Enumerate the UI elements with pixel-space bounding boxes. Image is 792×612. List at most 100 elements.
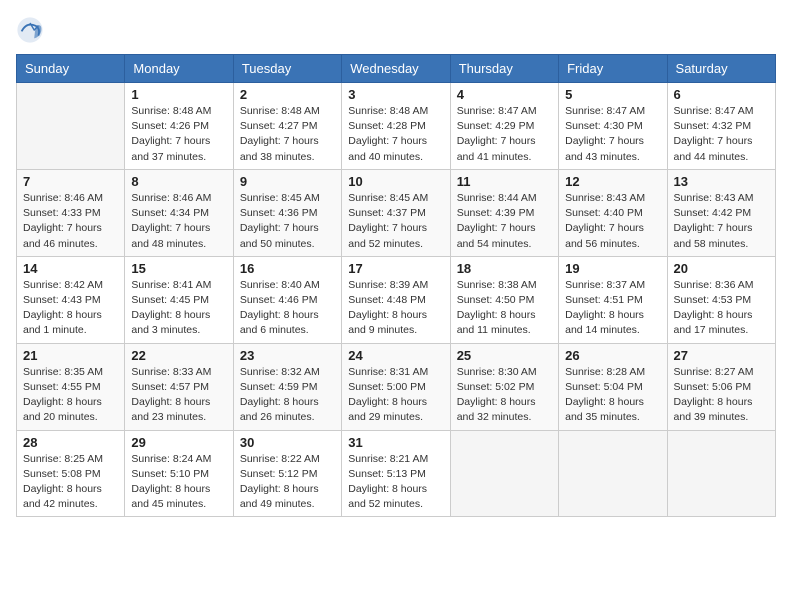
page-header (16, 16, 776, 44)
day-number: 27 (674, 348, 769, 363)
day-info: Sunrise: 8:47 AMSunset: 4:29 PMDaylight:… (457, 104, 552, 165)
day-number: 16 (240, 261, 335, 276)
day-number: 15 (131, 261, 226, 276)
day-info: Sunrise: 8:47 AMSunset: 4:30 PMDaylight:… (565, 104, 660, 165)
calendar-cell: 31Sunrise: 8:21 AMSunset: 5:13 PMDayligh… (342, 430, 450, 517)
day-number: 18 (457, 261, 552, 276)
week-row-3: 14 Sunrise: 8:42 AMSunset: 4:43 PMDayligh… (17, 256, 776, 343)
day-info: Sunrise: 8:44 AMSunset: 4:39 PMDaylight:… (457, 191, 552, 252)
logo-icon (16, 16, 44, 44)
calendar-cell: 5 Sunrise: 8:47 AMSunset: 4:30 PMDaylight… (559, 83, 667, 170)
day-number: 28 (23, 435, 118, 450)
weekday-header-thursday: Thursday (450, 55, 558, 83)
weekday-header-row: SundayMondayTuesdayWednesdayThursdayFrid… (17, 55, 776, 83)
day-info: Sunrise: 8:43 AMSunset: 4:40 PMDaylight:… (565, 191, 660, 252)
day-number: 17 (348, 261, 443, 276)
day-number: 1 (131, 87, 226, 102)
day-info: Sunrise: 8:24 AMSunset: 5:10 PMDaylight:… (131, 452, 226, 513)
day-info: Sunrise: 8:46 AMSunset: 4:33 PMDaylight:… (23, 191, 118, 252)
day-info: Sunrise: 8:38 AMSunset: 4:50 PMDaylight:… (457, 278, 552, 339)
day-number: 24 (348, 348, 443, 363)
calendar-cell: 16 Sunrise: 8:40 AMSunset: 4:46 PMDayligh… (233, 256, 341, 343)
day-number: 5 (565, 87, 660, 102)
day-info: Sunrise: 8:22 AMSunset: 5:12 PMDaylight:… (240, 452, 335, 513)
calendar-cell: 3 Sunrise: 8:48 AMSunset: 4:28 PMDaylight… (342, 83, 450, 170)
day-info: Sunrise: 8:48 AMSunset: 4:27 PMDaylight:… (240, 104, 335, 165)
day-info: Sunrise: 8:35 AMSunset: 4:55 PMDaylight:… (23, 365, 118, 426)
calendar-cell: 22Sunrise: 8:33 AMSunset: 4:57 PMDayligh… (125, 343, 233, 430)
day-info: Sunrise: 8:48 AMSunset: 4:26 PMDaylight:… (131, 104, 226, 165)
day-info: Sunrise: 8:33 AMSunset: 4:57 PMDaylight:… (131, 365, 226, 426)
calendar-cell: 8Sunrise: 8:46 AMSunset: 4:34 PMDaylight… (125, 169, 233, 256)
day-number: 12 (565, 174, 660, 189)
day-info: Sunrise: 8:41 AMSunset: 4:45 PMDaylight:… (131, 278, 226, 339)
day-number: 13 (674, 174, 769, 189)
calendar-cell: 24 Sunrise: 8:31 AMSunset: 5:00 PMDayligh… (342, 343, 450, 430)
calendar-cell (667, 430, 775, 517)
day-number: 10 (348, 174, 443, 189)
day-number: 26 (565, 348, 660, 363)
calendar-cell: 11Sunrise: 8:44 AMSunset: 4:39 PMDayligh… (450, 169, 558, 256)
calendar-cell: 10 Sunrise: 8:45 AMSunset: 4:37 PMDayligh… (342, 169, 450, 256)
calendar-cell: 15 Sunrise: 8:41 AMSunset: 4:45 PMDayligh… (125, 256, 233, 343)
day-number: 7 (23, 174, 118, 189)
calendar-cell: 4 Sunrise: 8:47 AMSunset: 4:29 PMDaylight… (450, 83, 558, 170)
calendar-cell: 7 Sunrise: 8:46 AMSunset: 4:33 PMDaylight… (17, 169, 125, 256)
day-info: Sunrise: 8:37 AMSunset: 4:51 PMDaylight:… (565, 278, 660, 339)
calendar-cell: 27 Sunrise: 8:27 AMSunset: 5:06 PMDayligh… (667, 343, 775, 430)
day-info: Sunrise: 8:32 AMSunset: 4:59 PMDaylight:… (240, 365, 335, 426)
day-info: Sunrise: 8:47 AMSunset: 4:32 PMDaylight:… (674, 104, 769, 165)
day-info: Sunrise: 8:40 AMSunset: 4:46 PMDaylight:… (240, 278, 335, 339)
logo (16, 16, 48, 44)
day-number: 29 (131, 435, 226, 450)
day-number: 4 (457, 87, 552, 102)
day-info: Sunrise: 8:42 AMSunset: 4:43 PMDaylight:… (23, 278, 118, 339)
calendar-cell: 29 Sunrise: 8:24 AMSunset: 5:10 PMDayligh… (125, 430, 233, 517)
day-number: 21 (23, 348, 118, 363)
calendar-cell: 9Sunrise: 8:45 AMSunset: 4:36 PMDaylight… (233, 169, 341, 256)
day-number: 2 (240, 87, 335, 102)
day-info: Sunrise: 8:27 AMSunset: 5:06 PMDaylight:… (674, 365, 769, 426)
day-info: Sunrise: 8:48 AMSunset: 4:28 PMDaylight:… (348, 104, 443, 165)
calendar-cell: 12 Sunrise: 8:43 AMSunset: 4:40 PMDayligh… (559, 169, 667, 256)
day-info: Sunrise: 8:25 AMSunset: 5:08 PMDaylight:… (23, 452, 118, 513)
week-row-4: 21 Sunrise: 8:35 AMSunset: 4:55 PMDayligh… (17, 343, 776, 430)
weekday-header-tuesday: Tuesday (233, 55, 341, 83)
calendar-cell (559, 430, 667, 517)
day-info: Sunrise: 8:21 AMSunset: 5:13 PMDaylight:… (348, 452, 443, 513)
calendar-cell: 2 Sunrise: 8:48 AMSunset: 4:27 PMDaylight… (233, 83, 341, 170)
calendar-cell: 17 Sunrise: 8:39 AMSunset: 4:48 PMDayligh… (342, 256, 450, 343)
week-row-5: 28 Sunrise: 8:25 AMSunset: 5:08 PMDayligh… (17, 430, 776, 517)
calendar-cell: 26Sunrise: 8:28 AMSunset: 5:04 PMDayligh… (559, 343, 667, 430)
weekday-header-friday: Friday (559, 55, 667, 83)
day-number: 20 (674, 261, 769, 276)
week-row-2: 7 Sunrise: 8:46 AMSunset: 4:33 PMDaylight… (17, 169, 776, 256)
day-number: 3 (348, 87, 443, 102)
calendar-cell: 1 Sunrise: 8:48 AMSunset: 4:26 PMDaylight… (125, 83, 233, 170)
weekday-header-saturday: Saturday (667, 55, 775, 83)
day-info: Sunrise: 8:45 AMSunset: 4:36 PMDaylight:… (240, 191, 335, 252)
day-info: Sunrise: 8:30 AMSunset: 5:02 PMDaylight:… (457, 365, 552, 426)
calendar-cell: 19 Sunrise: 8:37 AMSunset: 4:51 PMDayligh… (559, 256, 667, 343)
day-info: Sunrise: 8:31 AMSunset: 5:00 PMDaylight:… (348, 365, 443, 426)
day-info: Sunrise: 8:43 AMSunset: 4:42 PMDaylight:… (674, 191, 769, 252)
day-info: Sunrise: 8:36 AMSunset: 4:53 PMDaylight:… (674, 278, 769, 339)
calendar-table: SundayMondayTuesdayWednesdayThursdayFrid… (16, 54, 776, 517)
calendar-cell: 23Sunrise: 8:32 AMSunset: 4:59 PMDayligh… (233, 343, 341, 430)
day-number: 19 (565, 261, 660, 276)
day-info: Sunrise: 8:45 AMSunset: 4:37 PMDaylight:… (348, 191, 443, 252)
weekday-header-monday: Monday (125, 55, 233, 83)
day-number: 8 (131, 174, 226, 189)
weekday-header-wednesday: Wednesday (342, 55, 450, 83)
calendar-body: 1 Sunrise: 8:48 AMSunset: 4:26 PMDaylight… (17, 83, 776, 517)
calendar-cell: 21 Sunrise: 8:35 AMSunset: 4:55 PMDayligh… (17, 343, 125, 430)
day-info: Sunrise: 8:39 AMSunset: 4:48 PMDaylight:… (348, 278, 443, 339)
week-row-1: 1 Sunrise: 8:48 AMSunset: 4:26 PMDaylight… (17, 83, 776, 170)
day-number: 6 (674, 87, 769, 102)
calendar-cell: 25Sunrise: 8:30 AMSunset: 5:02 PMDayligh… (450, 343, 558, 430)
day-number: 30 (240, 435, 335, 450)
calendar-cell: 18 Sunrise: 8:38 AMSunset: 4:50 PMDayligh… (450, 256, 558, 343)
day-number: 14 (23, 261, 118, 276)
weekday-header-sunday: Sunday (17, 55, 125, 83)
calendar-cell (17, 83, 125, 170)
